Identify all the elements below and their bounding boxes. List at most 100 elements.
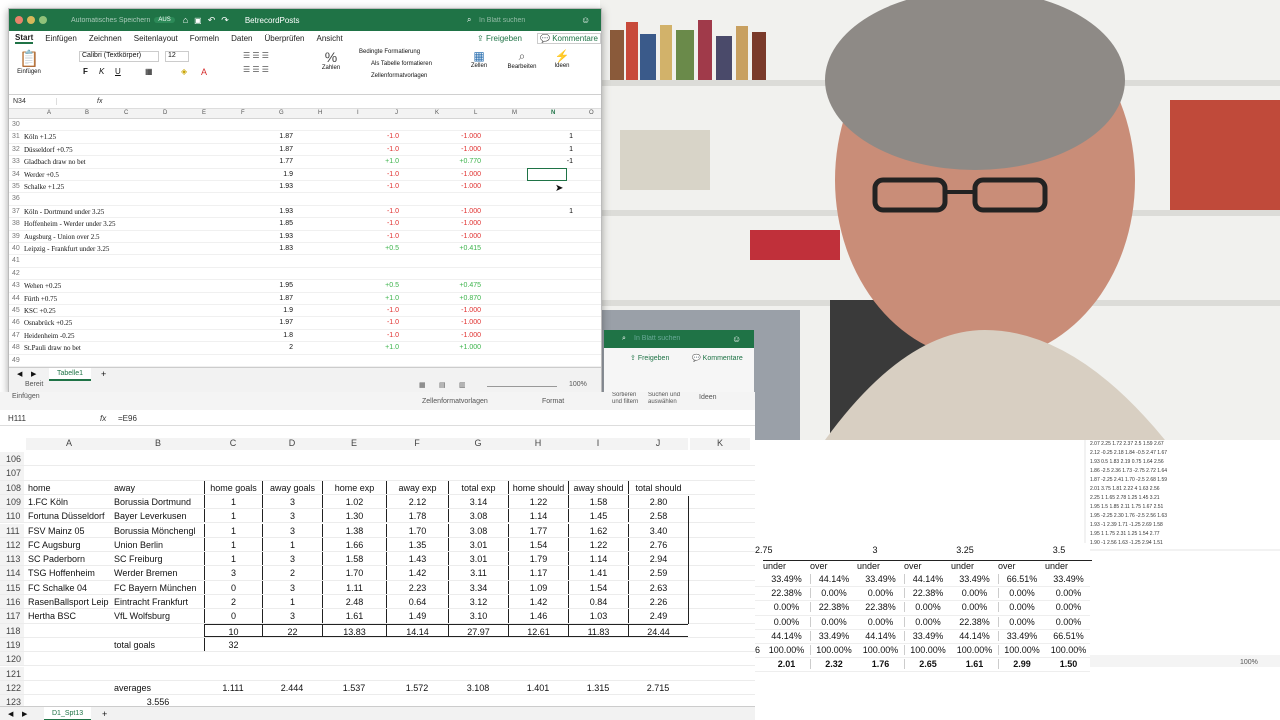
prev-sheet-icon[interactable]: ◀	[17, 370, 22, 378]
cell-b117[interactable]: VfL Wolfsburg	[112, 609, 204, 622]
tab-formulas[interactable]: Formeln	[190, 34, 219, 43]
cell-g106[interactable]	[448, 452, 508, 465]
probability-cell[interactable]: 100.00%	[763, 645, 810, 655]
cell-g112[interactable]: 3.01	[448, 537, 508, 552]
row-number[interactable]: 113	[0, 552, 24, 566]
row-number[interactable]: 108	[0, 480, 24, 494]
cell-h106[interactable]	[508, 452, 568, 465]
cell-d106[interactable]	[262, 452, 322, 465]
cell-a108[interactable]: home	[26, 481, 112, 494]
wrap-icon[interactable]: ☰ ☰ ☰	[243, 65, 269, 74]
row-number[interactable]: 106	[0, 452, 24, 466]
tab-data[interactable]: Daten	[231, 34, 252, 43]
cell-j106[interactable]	[628, 452, 688, 465]
cell-d121[interactable]	[262, 667, 322, 680]
cell-i107[interactable]	[568, 466, 628, 479]
zoom-window-button[interactable]	[39, 16, 47, 24]
probability-cell[interactable]: 1.50	[1045, 659, 1092, 669]
probability-cell[interactable]: 0.00%	[904, 602, 951, 613]
fill-color-icon[interactable]: ◈	[181, 67, 187, 76]
cell-a106[interactable]	[26, 452, 112, 465]
cell-e112[interactable]: 1.66	[322, 537, 386, 552]
main-next-sheet-icon[interactable]: ▶	[22, 710, 27, 718]
cell-h120[interactable]	[508, 652, 568, 665]
row-number[interactable]: 111	[0, 523, 24, 537]
probability-cell[interactable]: 44.14%	[857, 631, 904, 641]
cell-c110[interactable]: 1	[204, 509, 262, 523]
page-layout-icon[interactable]: ▤	[439, 381, 446, 389]
cell-c114[interactable]: 3	[204, 566, 262, 580]
zoom-level[interactable]: 100%	[569, 381, 587, 388]
probability-cell[interactable]: 0.00%	[1045, 602, 1092, 612]
cell-styles-button[interactable]: Zellenformatvorlagen	[371, 73, 427, 79]
probability-cell[interactable]: 22.38%	[951, 617, 998, 627]
cell-d109[interactable]: 3	[262, 494, 322, 509]
cell-a111[interactable]: FSV Mainz 05	[26, 524, 112, 537]
cell-b110[interactable]: Bayer Leverkusen	[112, 509, 204, 522]
cell-g119[interactable]	[448, 638, 508, 651]
column-header-f[interactable]: F	[241, 110, 245, 116]
cell-e108[interactable]: home exp	[322, 480, 386, 494]
column-header-j[interactable]: J	[395, 110, 398, 116]
column-header-h[interactable]: H	[318, 110, 322, 116]
cell-a115[interactable]: FC Schalke 04	[26, 581, 112, 594]
cell-h110[interactable]: 1.14	[508, 509, 568, 523]
format-main[interactable]: Format	[542, 398, 564, 405]
font-family-select[interactable]: Calibri (Textkörper)	[79, 51, 159, 62]
cell-a117[interactable]: Hertha BSC	[26, 609, 112, 622]
cell-i110[interactable]: 1.45	[568, 509, 628, 523]
find-select-label[interactable]: Suchen und auswählen	[648, 392, 688, 406]
cell-i120[interactable]	[568, 652, 628, 665]
smiley-feedback-icon[interactable]: ☺	[581, 15, 590, 25]
cell-g113[interactable]: 3.01	[448, 552, 508, 566]
cell-b115[interactable]: FC Bayern München	[112, 581, 204, 594]
next-sheet-icon[interactable]: ▶	[31, 370, 36, 378]
paste-button[interactable]: 📋 Einfügen	[15, 49, 43, 75]
cell-d118[interactable]: 22	[262, 623, 322, 637]
cell-i108[interactable]: away should	[568, 480, 628, 494]
cell-a120[interactable]	[26, 652, 112, 665]
probability-cell[interactable]: 0.00%	[998, 602, 1045, 613]
cell-b111[interactable]: Borussia Mönchengl	[112, 524, 204, 537]
row-number[interactable]: 115	[0, 580, 24, 594]
tab-view[interactable]: Ansicht	[317, 34, 343, 43]
cell-i121[interactable]	[568, 667, 628, 680]
cell-h119[interactable]	[508, 638, 568, 651]
main-column-header-f[interactable]: F	[386, 438, 448, 450]
cell-a119[interactable]	[26, 638, 112, 651]
cell-a116[interactable]: RasenBallsport Leip	[26, 595, 112, 608]
cell-f115[interactable]: 2.23	[386, 580, 448, 594]
main-column-header-d[interactable]: D	[262, 438, 322, 450]
column-header-g[interactable]: G	[279, 110, 284, 116]
cell-b116[interactable]: Eintracht Frankfurt	[112, 595, 204, 608]
cell-j109[interactable]: 2.80	[628, 494, 688, 509]
cell-a114[interactable]: TSG Hoffenheim	[26, 566, 112, 579]
cell-e119[interactable]	[322, 638, 386, 651]
cell-f109[interactable]: 2.12	[386, 494, 448, 509]
probability-cell[interactable]: 44.14%	[810, 574, 857, 584]
cell-h115[interactable]: 1.09	[508, 580, 568, 594]
main-column-header-k[interactable]: K	[690, 438, 750, 450]
column-header-e[interactable]: E	[202, 110, 206, 116]
cell-f111[interactable]: 1.70	[386, 523, 448, 537]
cell-b121[interactable]	[112, 667, 204, 680]
main-add-sheet-button[interactable]: +	[102, 709, 107, 719]
cell-f122[interactable]: 1.572	[386, 681, 448, 694]
cell-j117[interactable]: 2.49	[628, 609, 688, 623]
cell-j113[interactable]: 2.94	[628, 552, 688, 566]
cell-c119[interactable]: 32	[204, 637, 262, 652]
tab-draw[interactable]: Zeichnen	[89, 34, 122, 43]
cell-h114[interactable]: 1.17	[508, 566, 568, 580]
tab-insert[interactable]: Einfügen	[45, 34, 77, 43]
row-number[interactable]: 118	[0, 623, 24, 637]
cell-a109[interactable]: 1.FC Köln	[26, 495, 112, 508]
cell-e107[interactable]	[322, 466, 386, 479]
main-column-header-c[interactable]: C	[204, 438, 262, 450]
sheet-tab-d1-spt13[interactable]: D1_Spt13	[44, 707, 92, 720]
cell-j119[interactable]	[628, 638, 688, 651]
probability-cell[interactable]: 0.00%	[810, 588, 857, 599]
cell-a113[interactable]: SC Paderborn	[26, 552, 112, 565]
top-excel-window[interactable]: Automatisches Speichern AUS ⌂ ▣ ↶ ↷ Betr…	[8, 8, 602, 394]
row-number[interactable]: 114	[0, 566, 24, 580]
cell-d108[interactable]: away goals	[262, 480, 322, 494]
